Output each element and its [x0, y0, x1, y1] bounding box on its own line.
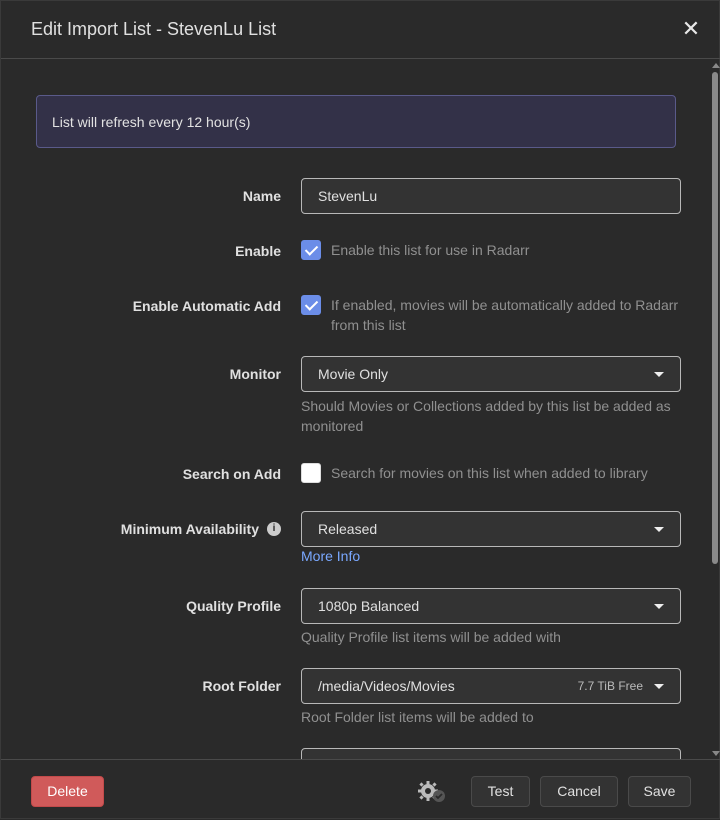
root-folder-select[interactable]: /media/Videos/Movies 7.7 TiB Free: [301, 668, 681, 704]
name-label: Name: [242, 188, 281, 204]
monitor-value: Movie Only: [318, 366, 389, 382]
enable-label: Enable: [235, 243, 281, 259]
more-info-link[interactable]: More Info: [301, 548, 360, 564]
gear-check-icon: [418, 781, 445, 802]
scrollbar-thumb[interactable]: [712, 72, 718, 564]
search-on-add-label: Search on Add: [182, 466, 281, 482]
chevron-down-icon: [654, 684, 664, 689]
modal-body: List will refresh every 12 hour(s) Name …: [1, 60, 720, 759]
edit-import-list-modal: Edit Import List - StevenLu List ✕ List …: [0, 0, 720, 819]
root-folder-value: /media/Videos/Movies: [318, 678, 455, 694]
info-icon[interactable]: i: [267, 522, 281, 536]
free-space-badge: 7.7 TiB Free: [577, 679, 643, 693]
modal-header: Edit Import List - StevenLu List ✕: [1, 1, 720, 59]
monitor-label: Monitor: [229, 366, 281, 382]
scroll-down-arrow[interactable]: [712, 751, 720, 756]
monitor-select[interactable]: Movie Only: [301, 356, 681, 392]
root-folder-help: Root Folder list items will be added to: [301, 709, 534, 725]
quality-profile-help: Quality Profile list items will be added…: [301, 629, 561, 645]
scroll-up-arrow[interactable]: [712, 63, 720, 68]
auto-add-help: If enabled, movies will be automatically…: [331, 297, 679, 333]
minimum-availability-value: Released: [318, 521, 378, 537]
enable-checkbox[interactable]: [301, 240, 321, 260]
auto-add-label: Enable Automatic Add: [132, 298, 281, 314]
chevron-down-icon: [654, 604, 664, 609]
chevron-down-icon: [654, 372, 664, 377]
refresh-info-text: List will refresh every 12 hour(s): [52, 114, 251, 130]
quality-profile-select[interactable]: 1080p Balanced: [301, 588, 681, 624]
quality-profile-label: Quality Profile: [186, 598, 281, 614]
modal-title: Edit Import List - StevenLu List: [31, 19, 277, 39]
test-button[interactable]: Test: [471, 776, 530, 807]
minimum-availability-select[interactable]: Released: [301, 511, 681, 547]
name-input[interactable]: StevenLu: [301, 178, 681, 214]
cancel-button[interactable]: Cancel: [540, 776, 618, 807]
scrollbar[interactable]: [709, 60, 720, 759]
tags-input[interactable]: [301, 748, 681, 759]
quality-profile-value: 1080p Balanced: [318, 598, 420, 614]
modal-footer: Delete Test Cancel Save: [1, 759, 720, 820]
root-folder-label: Root Folder: [202, 678, 281, 694]
enable-help: Enable this list for use in Radarr: [331, 242, 530, 258]
refresh-info-alert: List will refresh every 12 hour(s): [36, 95, 676, 148]
search-on-add-checkbox[interactable]: [301, 463, 321, 483]
minimum-availability-label: Minimum Availability: [120, 521, 259, 537]
search-on-add-help: Search for movies on this list when adde…: [331, 465, 648, 481]
save-button[interactable]: Save: [628, 776, 691, 807]
chevron-down-icon: [654, 527, 664, 532]
delete-button[interactable]: Delete: [31, 776, 104, 807]
close-icon[interactable]: ✕: [679, 17, 703, 41]
monitor-help: Should Movies or Collections added by th…: [301, 398, 671, 434]
auto-add-checkbox[interactable]: [301, 295, 321, 315]
